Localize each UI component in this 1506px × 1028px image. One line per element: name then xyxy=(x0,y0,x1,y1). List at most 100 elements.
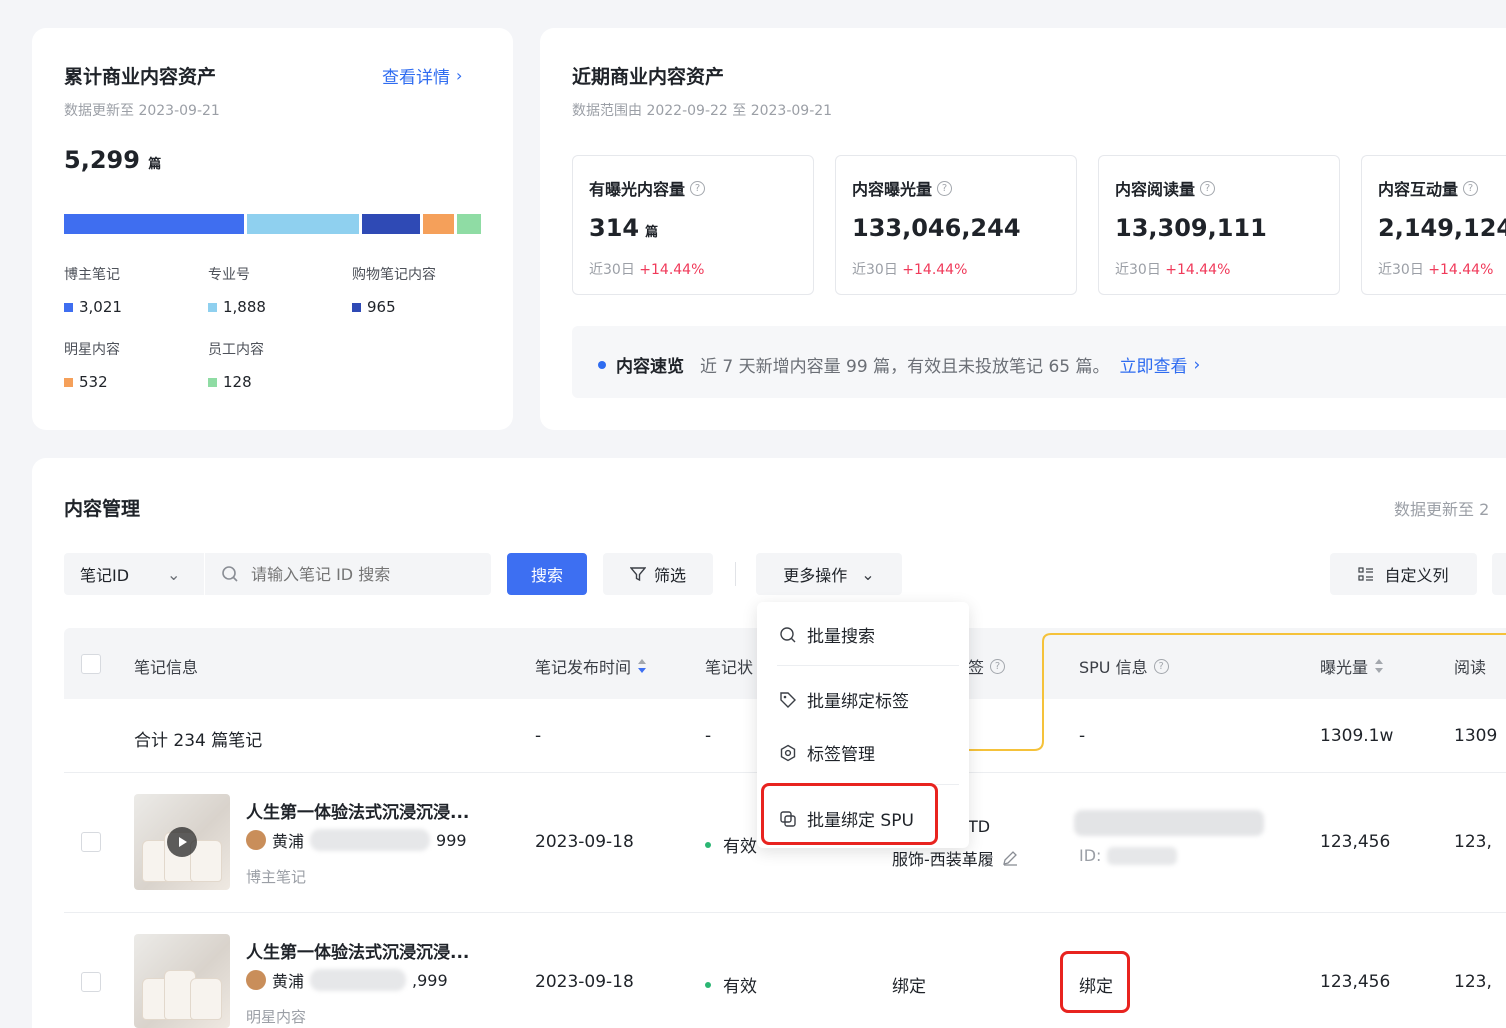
help-icon[interactable]: ? xyxy=(937,180,953,196)
note-author: 黄浦 ,999 xyxy=(246,968,448,992)
total-value: 5,299 xyxy=(64,146,140,174)
filter-button[interactable]: 筛选 xyxy=(603,553,713,595)
select-all-checkbox[interactable] xyxy=(81,654,101,674)
stacked-bar xyxy=(64,214,481,234)
search-input[interactable] xyxy=(205,553,491,595)
legend-value: 532 xyxy=(79,373,108,391)
note-thumbnail[interactable] xyxy=(134,794,230,890)
legend-swatch xyxy=(64,302,73,312)
metric-change: +14.44% xyxy=(639,262,705,278)
bind-tag-link[interactable]: 绑定 xyxy=(892,972,926,997)
note-title[interactable]: 人生第一体验法式沉浸沉浸... xyxy=(246,938,469,963)
note-title[interactable]: 人生第一体验法式沉浸沉浸... xyxy=(246,798,469,823)
menu-item-batch-search[interactable]: 批量搜索 xyxy=(779,622,875,647)
metric-label: 有曝光内容量 xyxy=(589,180,686,199)
view-now-link[interactable]: 立即查看 › xyxy=(1120,352,1201,378)
metric-change: +14.44% xyxy=(1428,262,1494,278)
metric-period: 近30日 xyxy=(1115,262,1161,278)
metric-label: 内容曝光量 xyxy=(852,180,933,199)
legend-label: 博主笔记 xyxy=(64,267,120,283)
tag-icon xyxy=(780,691,796,708)
more-actions-button[interactable]: 更多操作 ⌄ xyxy=(756,553,902,595)
custom-columns-button[interactable]: 自定义列 xyxy=(1330,553,1477,595)
author-name: 黄浦 xyxy=(272,972,305,991)
tag-settings-icon xyxy=(780,744,796,761)
metric-value: 2,149,124 xyxy=(1378,214,1506,242)
management-title: 内容管理 xyxy=(64,498,141,520)
tag-value: 服饰-西装革履 xyxy=(892,846,1018,870)
row-checkbox[interactable] xyxy=(81,972,101,992)
row-divider xyxy=(64,912,1506,913)
legend-swatch xyxy=(208,377,217,387)
menu-item-batch-bind-tag[interactable]: 批量绑定标签 xyxy=(779,687,909,712)
help-icon[interactable]: ? xyxy=(1463,180,1479,196)
blurred-author xyxy=(310,969,407,991)
search-field[interactable] xyxy=(251,564,481,584)
column-publish-time[interactable]: 笔记发布时间 xyxy=(535,654,647,678)
status-text: 有效 xyxy=(723,837,757,857)
summary-label: 合计 234 篇笔记 xyxy=(134,731,263,751)
total-unit: 篇 xyxy=(148,157,162,172)
note-status: 有效 xyxy=(705,972,757,997)
metric-period: 近30日 xyxy=(1378,262,1424,278)
status-dot-icon xyxy=(705,981,711,988)
legend-value: 965 xyxy=(367,298,396,316)
metric-card-interactions: 内容互动量? 2,149,124 近30日 +14.44% xyxy=(1361,155,1506,295)
help-icon[interactable]: ? xyxy=(1200,180,1216,196)
overview-dot-icon xyxy=(598,360,606,369)
bind-spu-highlight xyxy=(1060,951,1130,1013)
column-note-info: 笔记信息 xyxy=(134,658,199,677)
legend-value: 1,888 xyxy=(223,298,266,316)
cumulative-title: 累计商业内容资产 xyxy=(64,66,217,88)
menu-item-tag-management[interactable]: 标签管理 xyxy=(779,740,875,765)
spu-id-label: ID: xyxy=(1079,846,1102,865)
help-icon[interactable]: ? xyxy=(690,180,706,196)
blurred-author xyxy=(310,829,431,851)
author-tail: 999 xyxy=(436,830,467,850)
blurred-spu-name xyxy=(1074,810,1264,836)
cumulative-assets-card: 累计商业内容资产 查看详情 › 数据更新至 2023-09-21 5,299 篇… xyxy=(32,28,513,430)
overview-label: 内容速览 xyxy=(616,357,684,377)
metric-change: +14.44% xyxy=(902,262,968,278)
overview-text: 近 7 天新增内容量 99 篇，有效且未投放笔记 65 篇。 xyxy=(700,357,1110,377)
note-thumbnail[interactable] xyxy=(134,934,230,1028)
view-details-link[interactable]: 查看详情 › xyxy=(382,63,462,88)
updated-date: 数据更新至 2023-09-21 xyxy=(64,103,220,119)
play-icon[interactable] xyxy=(167,827,197,857)
column-label: 笔记发布时间 xyxy=(535,658,632,677)
edit-icon[interactable] xyxy=(1002,850,1018,866)
blurred-spu-id xyxy=(1107,846,1178,865)
row-checkbox[interactable] xyxy=(81,832,101,852)
view-details-label: 查看详情 xyxy=(382,68,450,88)
legend-label: 购物笔记内容 xyxy=(352,267,436,283)
metric-card-reads: 内容阅读量? 13,309,111 近30日 +14.44% xyxy=(1098,155,1340,295)
tag-text: 服饰-西装革履 xyxy=(892,850,994,869)
toolbar-divider xyxy=(735,562,736,586)
extra-toolbar-button[interactable] xyxy=(1492,553,1506,595)
menu-label: 标签管理 xyxy=(807,745,875,765)
reads-value: 123, xyxy=(1454,832,1492,852)
stacked-bar-segment xyxy=(362,214,420,234)
chevron-down-icon: ⌄ xyxy=(861,564,875,584)
search-icon xyxy=(780,626,796,642)
id-select[interactable]: 笔记ID ⌄ xyxy=(64,553,204,595)
search-button[interactable]: 搜索 xyxy=(507,553,587,595)
filter-label: 筛选 xyxy=(653,566,686,585)
chevron-right-icon: › xyxy=(1193,354,1201,375)
metric-card-exposed-count: 有曝光内容量? 314 篇 近30日 +14.44% xyxy=(572,155,814,295)
columns-icon xyxy=(1358,567,1374,581)
management-updated: 数据更新至 2 xyxy=(1394,500,1490,519)
custom-columns-label: 自定义列 xyxy=(1384,566,1449,585)
metric-value: 133,046,244 xyxy=(852,214,1021,242)
exposure-value: 123,456 xyxy=(1320,972,1391,992)
publish-date: 2023-09-18 xyxy=(535,972,634,992)
summary-status: - xyxy=(705,726,712,746)
note-type: 明星内容 xyxy=(246,1008,307,1026)
more-actions-label: 更多操作 xyxy=(783,566,848,585)
stacked-bar-segment xyxy=(246,214,360,234)
metric-change: +14.44% xyxy=(1165,262,1231,278)
legend-label: 专业号 xyxy=(208,267,250,283)
chevron-right-icon: › xyxy=(456,66,463,85)
filter-icon xyxy=(629,567,646,582)
legend-blogger: 博主笔记 3,021 xyxy=(64,264,122,316)
